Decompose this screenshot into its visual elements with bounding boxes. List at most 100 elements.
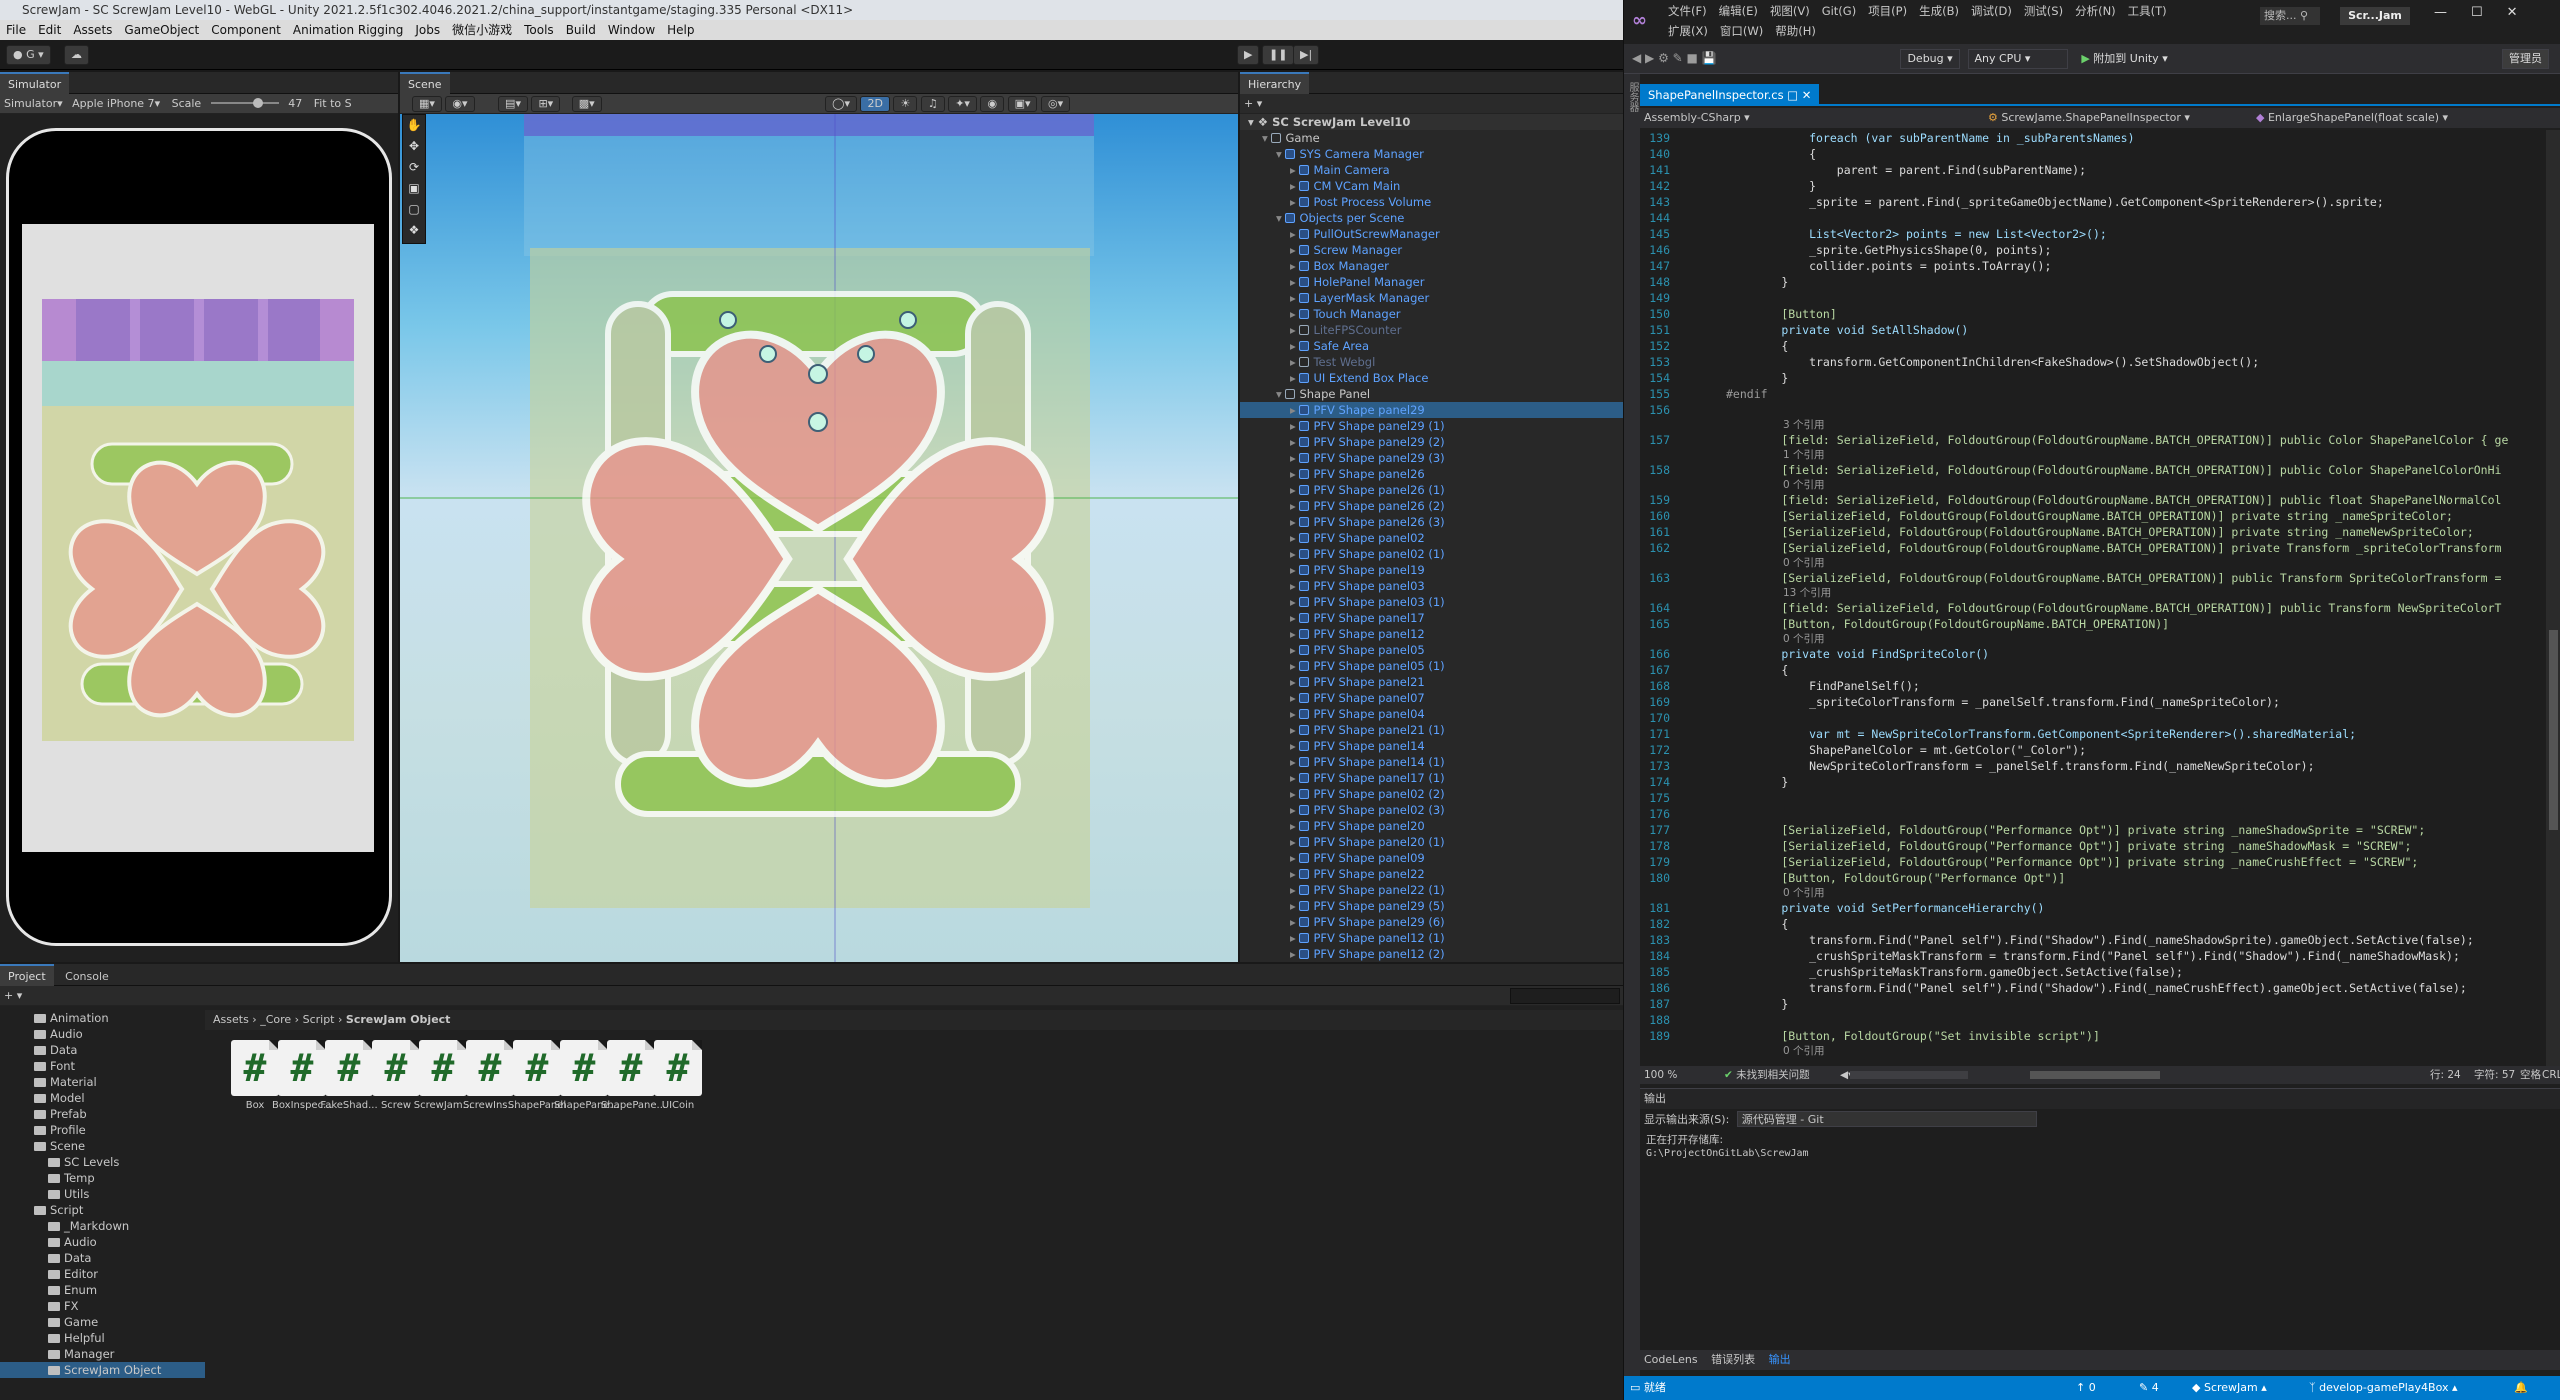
hierarchy-item[interactable]: ▸ PFV Shape panel22 (1) [1240, 882, 1623, 898]
project-folder[interactable]: Profile [0, 1122, 205, 1138]
codelens-reference[interactable]: 3 个引用 [1640, 418, 2546, 432]
project-folder[interactable]: Scene [0, 1138, 205, 1154]
breadcrumb-item[interactable]: Assets [213, 1013, 249, 1026]
hierarchy-item[interactable]: ▸ Test Webgl [1240, 354, 1623, 370]
hierarchy-item[interactable]: ▸ PFV Shape panel02 (2) [1240, 786, 1623, 802]
hierarchy-item[interactable]: ▸ PFV Shape panel05 [1240, 642, 1623, 658]
hierarchy-root-scene[interactable]: ▾ ❖ SC ScrewJam Level10 [1240, 114, 1623, 130]
hierarchy-item[interactable]: ▸ Safe Area [1240, 338, 1623, 354]
project-folder[interactable]: Editor [0, 1266, 205, 1282]
simulator-mode-select[interactable]: Simulator [4, 97, 57, 110]
account-button[interactable]: ● G ▾ [6, 45, 51, 65]
hierarchy-item[interactable]: ▸ PFV Shape panel29 (6) [1240, 914, 1623, 930]
vs-menu-item[interactable]: Git(G) [1822, 2, 1857, 20]
hierarchy-item[interactable]: ▸ PFV Shape panel21 [1240, 674, 1623, 690]
game-view[interactable] [22, 224, 374, 852]
attach-unity-button[interactable]: ▶ 附加到 Unity ▾ [2075, 50, 2173, 70]
hierarchy-item[interactable]: ▸ PFV Shape panel12 (2) [1240, 946, 1623, 962]
indent-mode[interactable]: 空格 [2520, 1066, 2541, 1084]
issues-indicator[interactable]: ✔ 未找到相关问题 [1724, 1066, 1810, 1084]
codelens-reference[interactable]: 0 个引用 [1640, 1044, 2546, 1058]
tab-project[interactable]: Project [0, 964, 54, 986]
hierarchy-item[interactable]: ▸ PFV Shape panel26 (3) [1240, 514, 1623, 530]
menu-item[interactable]: Window [608, 20, 655, 40]
hierarchy-item[interactable]: ▸ PFV Shape panel14 [1240, 738, 1623, 754]
rect-tool-icon[interactable]: ▢ [403, 199, 425, 220]
hierarchy-item[interactable]: ▸ PFV Shape panel22 [1240, 866, 1623, 882]
project-folder[interactable]: FX [0, 1298, 205, 1314]
project-folder[interactable]: Temp [0, 1170, 205, 1186]
status-changes[interactable]: ✎ 4 [2139, 1376, 2159, 1400]
hierarchy-item[interactable]: ▸ Post Process Volume [1240, 194, 1623, 210]
move-tool-icon[interactable]: ✥ [403, 136, 425, 157]
horizontal-scroll-thumb[interactable] [2030, 1071, 2160, 1079]
hierarchy-item[interactable]: ▸ PFV Shape panel26 [1240, 466, 1623, 482]
vs-menu-item[interactable]: 扩展(X) [1668, 22, 1708, 40]
hierarchy-item[interactable]: ▸ PFV Shape panel07 [1240, 690, 1623, 706]
menu-item[interactable]: 微信小游戏 [452, 20, 512, 40]
hierarchy-item[interactable]: ▸ HolePanel Manager [1240, 274, 1623, 290]
vs-menu-item[interactable]: 生成(B) [1919, 2, 1959, 20]
codelens-reference[interactable]: 0 个引用 [1640, 632, 2546, 646]
hierarchy-item[interactable]: ▸ LiteFPSCounter [1240, 322, 1623, 338]
breadcrumb-item[interactable]: ScrewJam Object [346, 1013, 451, 1026]
hierarchy-item[interactable]: ▸ Box Manager [1240, 258, 1623, 274]
project-add-icon[interactable]: + ▾ [4, 989, 22, 1002]
zoom-level[interactable]: 100 % [1644, 1066, 1677, 1084]
codelens-reference[interactable]: 0 个引用 [1640, 478, 2546, 492]
codelens-reference[interactable]: 13 个引用 [1640, 586, 2546, 600]
vs-menu-item[interactable]: 帮助(H) [1775, 22, 1816, 40]
project-folder[interactable]: Helpful [0, 1330, 205, 1346]
scale-tool-icon[interactable]: ▣ [403, 178, 425, 199]
project-folder[interactable]: SC Levels [0, 1154, 205, 1170]
hierarchy-item[interactable]: ▸ PFV Shape panel12 [1240, 626, 1623, 642]
platform-select[interactable]: Any CPU ▾ [1967, 49, 2068, 69]
hierarchy-item[interactable]: ▸ PFV Shape panel04 [1240, 706, 1623, 722]
gizmo-tools-button[interactable]: ▦▾ [412, 96, 442, 112]
transform-tool-icon[interactable]: ❖ [403, 220, 425, 241]
vs-menu-item[interactable]: 分析(N) [2075, 2, 2116, 20]
grid-snap-button[interactable]: ▤▾ [498, 96, 528, 112]
project-folder[interactable]: Material [0, 1074, 205, 1090]
hierarchy-item[interactable]: ▸ PFV Shape panel02 [1240, 530, 1623, 546]
hierarchy-item[interactable]: ▸ PFV Shape panel29 (5) [1240, 898, 1623, 914]
vs-search-box[interactable]: 搜索... ⚲ [2260, 7, 2320, 25]
hierarchy-item[interactable]: ▾ SYS Camera Manager [1240, 146, 1623, 162]
snap-increment-button[interactable]: ⊞▾ [531, 96, 561, 112]
tab-simulator[interactable]: Simulator [0, 72, 70, 94]
project-search-input[interactable] [1510, 988, 1620, 1004]
status-push[interactable]: ↑ 0 [2076, 1376, 2096, 1400]
hierarchy-item[interactable]: ▾ Objects per Scene [1240, 210, 1623, 226]
hierarchy-item[interactable]: ▸ PFV Shape panel02 (1) [1240, 546, 1623, 562]
hierarchy-item[interactable]: ▸ PFV Shape panel20 [1240, 818, 1623, 834]
hierarchy-item[interactable]: ▸ PFV Shape panel17 (1) [1240, 770, 1623, 786]
tab-output[interactable]: 输出 [1769, 1353, 1791, 1366]
notifications-icon[interactable]: 🔔 [2514, 1376, 2528, 1400]
rotate-tool-icon[interactable]: ⟳ [403, 157, 425, 178]
hierarchy-item[interactable]: ▸ PFV Shape panel12 (1) [1240, 930, 1623, 946]
vs-menu-item[interactable]: 工具(T) [2128, 2, 2167, 20]
hierarchy-item[interactable]: ▸ Main Camera [1240, 162, 1623, 178]
project-folder[interactable]: Script [0, 1202, 205, 1218]
vs-menu-item[interactable]: 调试(D) [1971, 2, 2012, 20]
hierarchy-item[interactable]: ▸ PFV Shape panel03 [1240, 578, 1623, 594]
hierarchy-item[interactable]: ▸ PFV Shape panel02 (3) [1240, 802, 1623, 818]
hierarchy-item[interactable]: ▸ PFV Shape panel29 (2) [1240, 434, 1623, 450]
hierarchy-item[interactable]: ▾ Game [1240, 130, 1623, 146]
project-folder[interactable]: Manager [0, 1346, 205, 1362]
codelens-reference[interactable]: 0 个引用 [1640, 886, 2546, 900]
scene-camera-button[interactable]: ◯▾ [825, 96, 857, 112]
admin-button[interactable]: 管理员 [2502, 49, 2549, 69]
vs-menu-item[interactable]: 编辑(E) [1719, 2, 1758, 20]
create-add-icon[interactable]: + ▾ [1244, 97, 1262, 110]
menu-item[interactable]: GameObject [124, 20, 199, 40]
project-folder[interactable]: ScrewJam Object [0, 1362, 205, 1378]
audio-toggle-icon[interactable]: ♫ [920, 96, 945, 112]
menu-item[interactable]: Build [566, 20, 596, 40]
menu-item[interactable]: Assets [73, 20, 112, 40]
editor-scrollbar[interactable] [2546, 130, 2560, 1066]
code-editor[interactable]: 139 foreach (var subParentName in _subPa… [1640, 130, 2546, 1066]
hierarchy-item[interactable]: ▸ CM VCam Main [1240, 178, 1623, 194]
vs-menu-item[interactable]: 窗口(W) [1720, 22, 1763, 40]
status-branch[interactable]: ᛉ develop-gamePlay4Box ▴ [2309, 1376, 2458, 1400]
